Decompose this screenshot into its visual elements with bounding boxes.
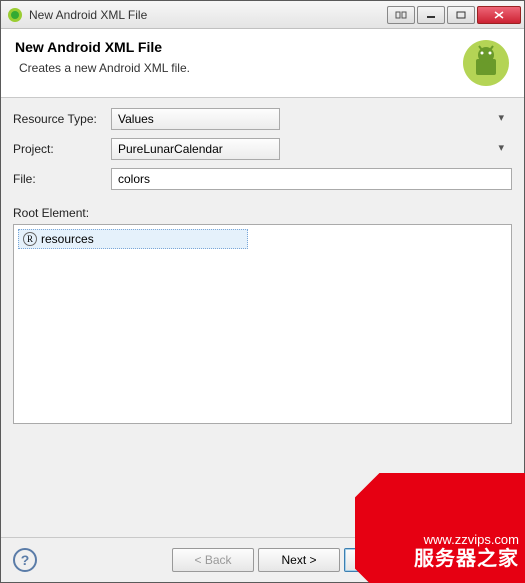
root-element-item[interactable]: R resources xyxy=(18,229,248,249)
window-controls xyxy=(387,6,521,24)
root-element-list[interactable]: R resources xyxy=(13,224,512,424)
form-area: Resource Type: Project: File: xyxy=(1,98,524,202)
android-icon xyxy=(462,39,510,87)
footer: ? < Back Next > Finish Cancel xyxy=(1,537,524,582)
resource-type-label: Resource Type: xyxy=(13,112,111,126)
titlebar[interactable]: New Android XML File xyxy=(1,1,524,29)
maximize-button[interactable] xyxy=(447,6,475,24)
minimize-button[interactable] xyxy=(417,6,445,24)
close-button[interactable] xyxy=(477,6,521,24)
banner: New Android XML File Creates a new Andro… xyxy=(1,29,524,98)
resources-icon: R xyxy=(23,232,37,246)
cancel-button[interactable]: Cancel xyxy=(430,548,512,572)
back-button: < Back xyxy=(172,548,254,572)
window-extra-button[interactable] xyxy=(387,6,415,24)
project-label: Project: xyxy=(13,142,111,156)
help-button[interactable]: ? xyxy=(13,548,37,572)
dialog-window: New Android XML File New Android XML Fil… xyxy=(0,0,525,583)
resource-type-select[interactable] xyxy=(111,108,280,130)
root-element-label: Root Element: xyxy=(1,202,524,224)
file-label: File: xyxy=(13,172,111,186)
finish-button[interactable]: Finish xyxy=(344,548,426,572)
file-input[interactable] xyxy=(111,168,512,190)
root-element-item-label: resources xyxy=(41,232,94,246)
app-icon xyxy=(7,7,23,23)
banner-desc: Creates a new Android XML file. xyxy=(15,61,462,75)
project-select[interactable] xyxy=(111,138,280,160)
next-button[interactable]: Next > xyxy=(258,548,340,572)
titlebar-text: New Android XML File xyxy=(29,8,387,22)
banner-title: New Android XML File xyxy=(15,39,462,55)
